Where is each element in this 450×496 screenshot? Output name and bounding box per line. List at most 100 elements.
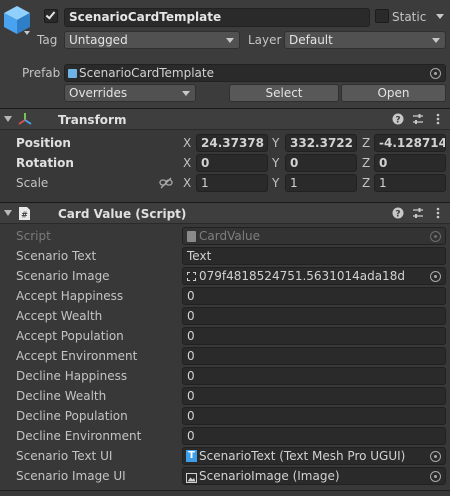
decline-environment-input[interactable]: 0 — [182, 427, 446, 445]
svg-text:?: ? — [395, 116, 400, 126]
position-z-label[interactable]: Z — [362, 135, 370, 151]
position-x-label[interactable]: X — [183, 135, 191, 151]
accept-population-label: Accept Population — [16, 329, 124, 343]
tag-dropdown[interactable]: Untagged — [64, 31, 240, 49]
overrides-label: Overrides — [69, 86, 128, 100]
menu-icon[interactable] — [432, 113, 444, 125]
scale-y-input[interactable]: 1 — [285, 174, 357, 192]
accept-population-input[interactable]: 0 — [182, 327, 446, 345]
accept-environment-label: Accept Environment — [16, 349, 138, 363]
target-icon[interactable] — [430, 471, 441, 482]
transform-icon — [18, 112, 32, 126]
script-label: Script — [16, 229, 51, 243]
static-checkbox[interactable] — [375, 9, 389, 23]
scenario-image-label: Scenario Image — [16, 269, 110, 283]
rotation-label: Rotation — [16, 156, 74, 170]
script-icon — [187, 231, 196, 242]
gameobject-cube-icon[interactable] — [2, 4, 32, 36]
rotation-x-input[interactable]: 0 — [196, 154, 268, 172]
chevron-down-icon — [182, 91, 190, 96]
target-icon[interactable] — [430, 271, 441, 282]
scale-z-input[interactable]: 1 — [374, 174, 446, 192]
rotation-y-label[interactable]: Y — [272, 155, 279, 171]
script-icon: # — [18, 206, 31, 221]
tag-value: Untagged — [69, 33, 128, 47]
transform-title: Transform — [58, 113, 127, 127]
menu-icon[interactable] — [432, 207, 444, 219]
scenario-image-field[interactable]: 079f4818524751.5631014ada18d — [182, 267, 446, 285]
decline-happiness-label: Decline Happiness — [16, 369, 128, 383]
preset-icon[interactable] — [412, 207, 424, 219]
select-button[interactable]: Select — [229, 84, 339, 102]
gameobject-name-input[interactable]: ScenarioCardTemplate — [64, 8, 370, 27]
scenario-text-ui-value: ScenarioText (Text Mesh Pro UGUI) — [199, 449, 406, 463]
card-value-title: Card Value (Script) — [58, 207, 187, 221]
decline-population-label: Decline Population — [16, 409, 128, 423]
svg-text:#: # — [21, 211, 28, 220]
scenario-text-ui-field[interactable]: T ScenarioText (Text Mesh Pro UGUI) — [182, 447, 446, 465]
card-value-header[interactable]: # Card Value (Script) ? — [0, 202, 450, 224]
card-value-body: Script CardValue Scenario Text Text Scen… — [0, 224, 450, 496]
layer-label: Layer — [248, 33, 282, 47]
accept-environment-input[interactable]: 0 — [182, 347, 446, 365]
rotation-z-input[interactable]: 0 — [374, 154, 446, 172]
overrides-dropdown[interactable]: Overrides — [64, 84, 196, 102]
tag-label: Tag — [37, 33, 58, 47]
prefab-icon — [68, 69, 77, 78]
target-icon[interactable] — [430, 68, 441, 79]
transform-header[interactable]: Transform ? — [0, 108, 450, 130]
link-icon[interactable] — [159, 177, 173, 189]
decline-population-input[interactable]: 0 — [182, 407, 446, 425]
position-y-label[interactable]: Y — [272, 135, 279, 151]
preset-icon[interactable] — [412, 113, 424, 125]
scenario-image-value: 079f4818524751.5631014ada18d — [199, 269, 405, 283]
scenario-text-ui-label: Scenario Text UI — [16, 449, 113, 463]
script-field: CardValue — [182, 227, 446, 245]
position-label: Position — [16, 136, 71, 150]
accept-wealth-label: Accept Wealth — [16, 309, 103, 323]
chevron-down-icon — [432, 38, 440, 43]
layer-value: Default — [289, 33, 333, 47]
image-icon — [186, 471, 197, 484]
rotation-z-label[interactable]: Z — [362, 155, 370, 171]
prefab-value: ScenarioCardTemplate — [79, 66, 214, 80]
help-icon[interactable]: ? — [392, 113, 404, 126]
position-y-input[interactable]: 332.3722 — [285, 134, 357, 152]
scenario-text-label: Scenario Text — [16, 249, 97, 263]
help-icon[interactable]: ? — [392, 207, 404, 220]
script-value: CardValue — [199, 229, 261, 243]
open-button[interactable]: Open — [341, 84, 446, 102]
static-dropdown-arrow-icon[interactable] — [436, 14, 444, 19]
rotation-y-input[interactable]: 0 — [285, 154, 357, 172]
prefab-field[interactable]: ScenarioCardTemplate — [64, 64, 446, 82]
decline-environment-label: Decline Environment — [16, 429, 142, 443]
bottom-divider — [0, 490, 450, 491]
text-mesh-pro-icon: T — [186, 450, 197, 462]
scenario-image-ui-label: Scenario Image UI — [16, 469, 126, 483]
target-icon — [430, 231, 441, 242]
scale-label: Scale — [16, 176, 49, 190]
rotation-x-label[interactable]: X — [183, 155, 191, 171]
active-checkbox[interactable] — [44, 9, 58, 23]
accept-wealth-input[interactable]: 0 — [182, 307, 446, 325]
scale-z-label[interactable]: Z — [362, 175, 370, 191]
position-z-input[interactable]: -4.128714 — [374, 134, 446, 152]
static-label: Static — [392, 10, 427, 24]
scenario-text-input[interactable]: Text — [182, 247, 446, 265]
scale-x-input[interactable]: 1 — [196, 174, 268, 192]
target-icon[interactable] — [430, 451, 441, 462]
decline-wealth-input[interactable]: 0 — [182, 387, 446, 405]
accept-happiness-label: Accept Happiness — [16, 289, 124, 303]
foldout-arrow-icon[interactable] — [4, 116, 12, 122]
decline-wealth-label: Decline Wealth — [16, 389, 107, 403]
accept-happiness-input[interactable]: 0 — [182, 287, 446, 305]
scale-y-label[interactable]: Y — [272, 175, 279, 191]
scenario-image-ui-field[interactable]: ScenarioImage (Image) — [182, 467, 446, 485]
transform-body: Position X 24.37378 Y 332.3722 Z -4.1287… — [0, 130, 450, 202]
svg-text:?: ? — [395, 210, 400, 220]
layer-dropdown[interactable]: Default — [284, 31, 446, 49]
foldout-arrow-icon[interactable] — [4, 210, 12, 216]
position-x-input[interactable]: 24.37378 — [196, 134, 268, 152]
decline-happiness-input[interactable]: 0 — [182, 367, 446, 385]
scale-x-label[interactable]: X — [183, 175, 191, 191]
